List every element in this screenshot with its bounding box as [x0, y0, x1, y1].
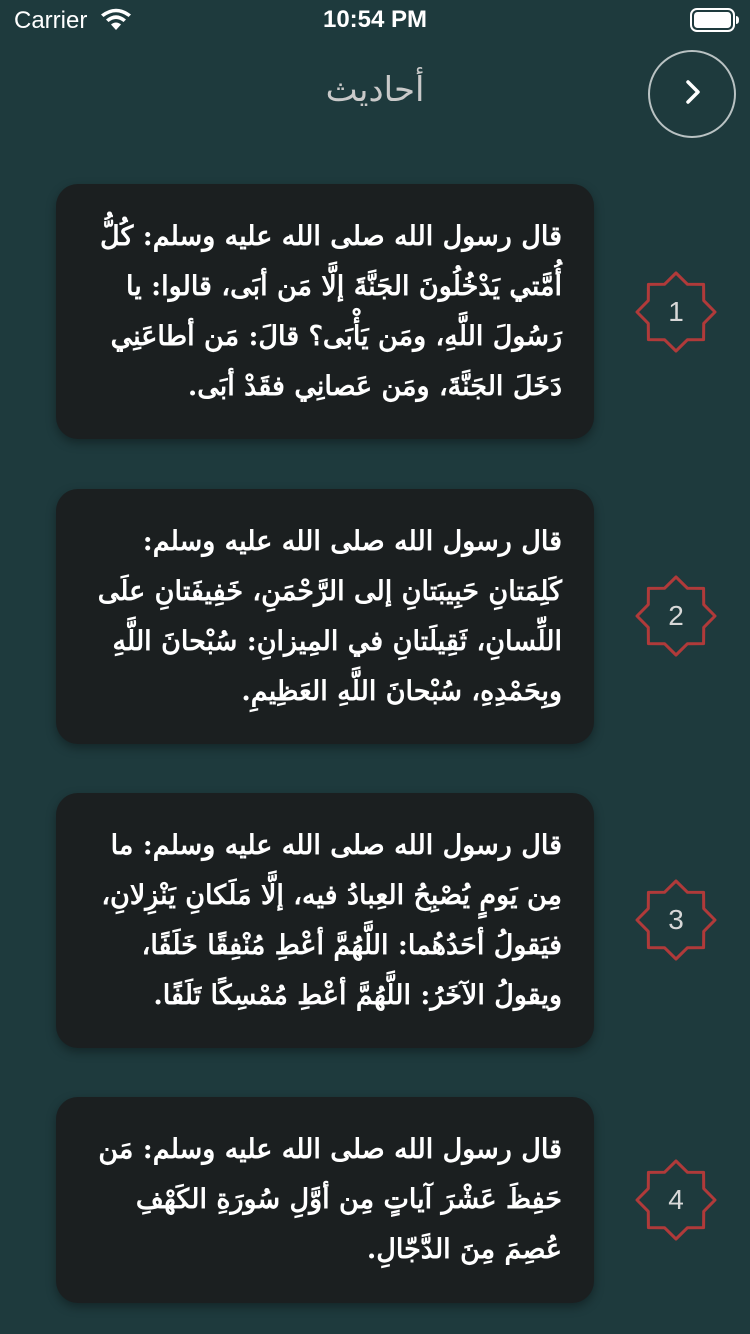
hadith-number: 3 — [668, 904, 684, 935]
hadith-card[interactable]: قال رسول الله صلى الله عليه وسلم: كُلُّ … — [56, 184, 594, 439]
status-bar: Carrier 10:54 PM — [0, 0, 750, 40]
hadith-text: قال رسول الله صلى الله عليه وسلم: كُلُّ … — [100, 220, 562, 402]
hadith-text: قال رسول الله صلى الله عليه وسلم: مَن حَ… — [98, 1134, 562, 1265]
hadith-number-badge: 1 — [634, 270, 718, 354]
chevron-right-icon — [677, 77, 707, 111]
hadith-number-badge: 3 — [634, 878, 718, 962]
hadith-number-badge: 2 — [634, 574, 718, 658]
hadith-text: قال رسول الله صلى الله عليه وسلم: ما مِن… — [101, 829, 562, 1011]
page-title: أحاديث — [325, 70, 425, 110]
hadith-number: 1 — [668, 296, 684, 327]
hadith-card[interactable]: قال رسول الله صلى الله عليه وسلم: كَلِمَ… — [56, 489, 594, 744]
hadith-number: 2 — [668, 600, 684, 631]
hadith-number-badge: 4 — [634, 1158, 718, 1242]
back-button[interactable] — [648, 50, 736, 138]
hadith-number: 4 — [668, 1184, 684, 1215]
hadith-text: قال رسول الله صلى الله عليه وسلم: كَلِمَ… — [97, 525, 562, 707]
hadith-card[interactable]: قال رسول الله صلى الله عليه وسلم: مَن حَ… — [56, 1097, 594, 1303]
status-time: 10:54 PM — [322, 6, 428, 33]
battery-icon — [690, 8, 740, 32]
hadith-card[interactable]: قال رسول الله صلى الله عليه وسلم: ما مِن… — [56, 793, 594, 1048]
